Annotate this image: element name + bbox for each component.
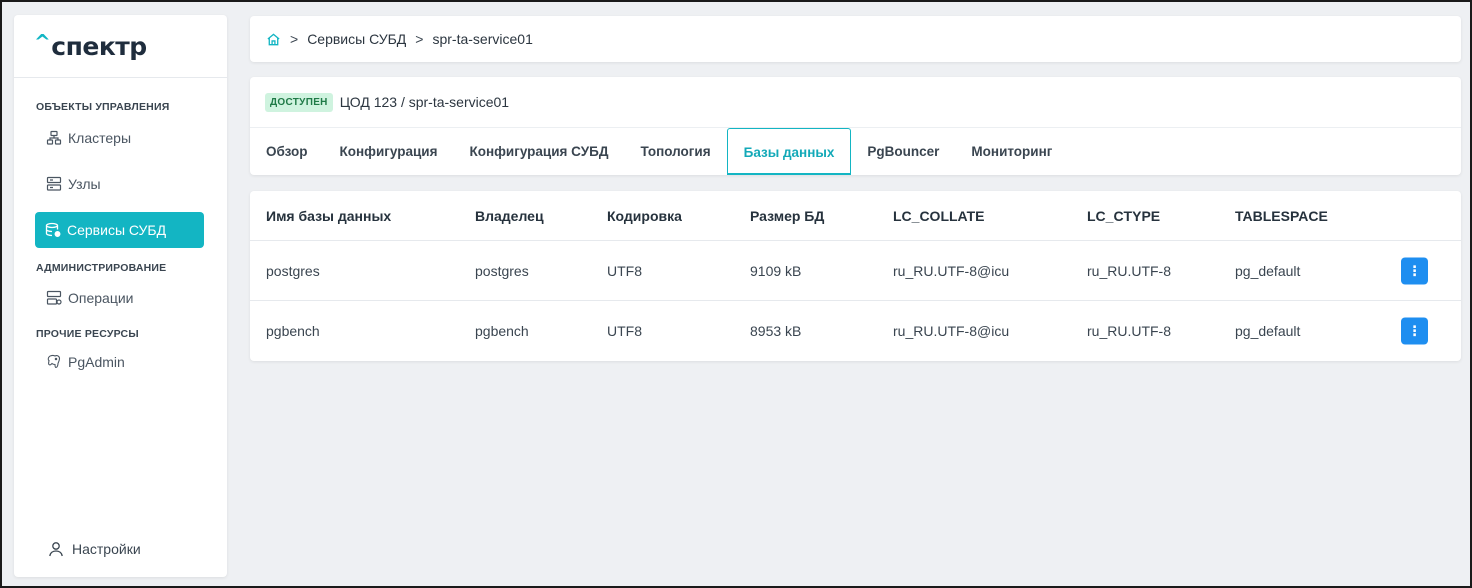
tab-monitoring[interactable]: Мониторинг bbox=[955, 128, 1068, 175]
tab-configuration[interactable]: Конфигурация bbox=[324, 128, 454, 175]
tab-bar: Обзор Конфигурация Конфигурация СУБД Топ… bbox=[250, 128, 1461, 175]
cell-db-name: pgbench bbox=[266, 323, 320, 339]
column-header-lc-ctype[interactable]: LC_CTYPE bbox=[1087, 191, 1160, 240]
sidebar-item-label: Узлы bbox=[68, 176, 101, 192]
sidebar-item-operations[interactable]: Операции bbox=[36, 280, 205, 316]
column-header-size[interactable]: Размер БД bbox=[750, 191, 824, 240]
service-header: ДОСТУПЕН ЦОД 123 / spr-ta-service01 Обзо… bbox=[250, 77, 1461, 175]
tab-databases[interactable]: Базы данных bbox=[726, 128, 852, 175]
column-header-db-name[interactable]: Имя базы данных bbox=[266, 191, 391, 240]
column-header-lc-collate[interactable]: LC_COLLATE bbox=[893, 191, 985, 240]
sidebar-item-clusters[interactable]: Кластеры bbox=[36, 120, 205, 156]
section-title-admin: АДМИНИСТРИРОВАНИЕ bbox=[36, 262, 167, 274]
logo-text: спектр bbox=[51, 31, 147, 61]
nodes-icon bbox=[46, 176, 62, 191]
cell-lc-ctype: ru_RU.UTF-8 bbox=[1087, 262, 1172, 279]
settings-link[interactable]: Настройки bbox=[48, 541, 141, 557]
settings-label: Настройки bbox=[72, 541, 141, 557]
status-badge: ДОСТУПЕН bbox=[265, 92, 333, 112]
cell-size: 9109 kB bbox=[750, 262, 802, 279]
logo-caret: ^ bbox=[34, 30, 51, 54]
cell-owner: pgbench bbox=[475, 323, 529, 339]
cell-size: 8953 kB bbox=[750, 323, 802, 339]
table-row: pgbench pgbench UTF8 8953 kB ru_RU.UTF-8… bbox=[250, 301, 1461, 361]
column-header-owner[interactable]: Владелец bbox=[475, 191, 544, 240]
logo[interactable]: ^ спектр bbox=[14, 15, 227, 78]
tab-overview[interactable]: Обзор bbox=[250, 128, 324, 175]
cell-tablespace: pg_default bbox=[1235, 262, 1301, 279]
cell-lc-collate: ru_RU.UTF-8@icu bbox=[893, 323, 1010, 339]
breadcrumb-separator: > bbox=[290, 31, 299, 47]
column-header-tablespace[interactable]: TABLESPACE bbox=[1235, 191, 1328, 240]
section-title-management: ОБЪЕКТЫ УПРАВЛЕНИЯ bbox=[36, 101, 170, 113]
status-row: ДОСТУПЕН ЦОД 123 / spr-ta-service01 bbox=[250, 77, 1461, 128]
cell-owner: postgres bbox=[475, 262, 529, 279]
tab-topology[interactable]: Топология bbox=[624, 128, 726, 175]
service-path: ЦОД 123 / spr-ta-service01 bbox=[339, 94, 510, 110]
column-header-encoding[interactable]: Кодировка bbox=[607, 191, 682, 240]
sidebar-item-label: Кластеры bbox=[68, 130, 131, 146]
cell-db-name: postgres bbox=[266, 262, 320, 279]
databases-table: Имя базы данных Владелец Кодировка Разме… bbox=[250, 191, 1461, 361]
operations-icon bbox=[46, 290, 62, 305]
table-header-row: Имя базы данных Владелец Кодировка Разме… bbox=[250, 191, 1461, 241]
breadcrumb: > Сервисы СУБД > spr-ta-service01 bbox=[250, 16, 1461, 62]
row-actions-button[interactable]: ⋮ bbox=[1401, 257, 1428, 284]
table-row: postgres postgres UTF8 9109 kB ru_RU.UTF… bbox=[250, 241, 1461, 301]
breadcrumb-item-db-services[interactable]: Сервисы СУБД bbox=[307, 31, 406, 47]
home-icon[interactable] bbox=[266, 32, 281, 47]
sidebar-item-nodes[interactable]: Узлы bbox=[36, 166, 205, 202]
sidebar-item-label: Сервисы СУБД bbox=[67, 222, 167, 238]
tab-dbms-configuration[interactable]: Конфигурация СУБД bbox=[453, 128, 624, 175]
cluster-icon bbox=[46, 130, 62, 145]
sidebar-item-db-services[interactable]: Сервисы СУБД bbox=[35, 212, 204, 248]
sidebar-item-label: PgAdmin bbox=[68, 354, 125, 370]
cell-encoding: UTF8 bbox=[607, 262, 642, 279]
cell-encoding: UTF8 bbox=[607, 323, 642, 339]
sidebar-item-pgadmin[interactable]: PgAdmin bbox=[36, 344, 205, 380]
cell-lc-ctype: ru_RU.UTF-8 bbox=[1087, 323, 1172, 339]
cell-lc-collate: ru_RU.UTF-8@icu bbox=[893, 262, 1010, 279]
section-title-other: ПРОЧИЕ РЕСУРСЫ bbox=[36, 328, 139, 340]
cell-tablespace: pg_default bbox=[1235, 323, 1301, 339]
pgadmin-icon bbox=[47, 354, 61, 369]
breadcrumb-item-current: spr-ta-service01 bbox=[432, 31, 533, 47]
row-actions-button[interactable]: ⋮ bbox=[1401, 317, 1428, 345]
breadcrumb-separator: > bbox=[415, 31, 424, 47]
tab-pgbouncer[interactable]: PgBouncer bbox=[851, 128, 955, 175]
db-services-icon bbox=[45, 222, 61, 237]
sidebar: ^ спектр ОБЪЕКТЫ УПРАВЛЕНИЯ Кластеры Узл… bbox=[14, 15, 227, 577]
app-window: ^ спектр ОБЪЕКТЫ УПРАВЛЕНИЯ Кластеры Узл… bbox=[0, 0, 1472, 588]
user-icon bbox=[49, 542, 63, 557]
sidebar-item-label: Операции bbox=[68, 290, 134, 306]
